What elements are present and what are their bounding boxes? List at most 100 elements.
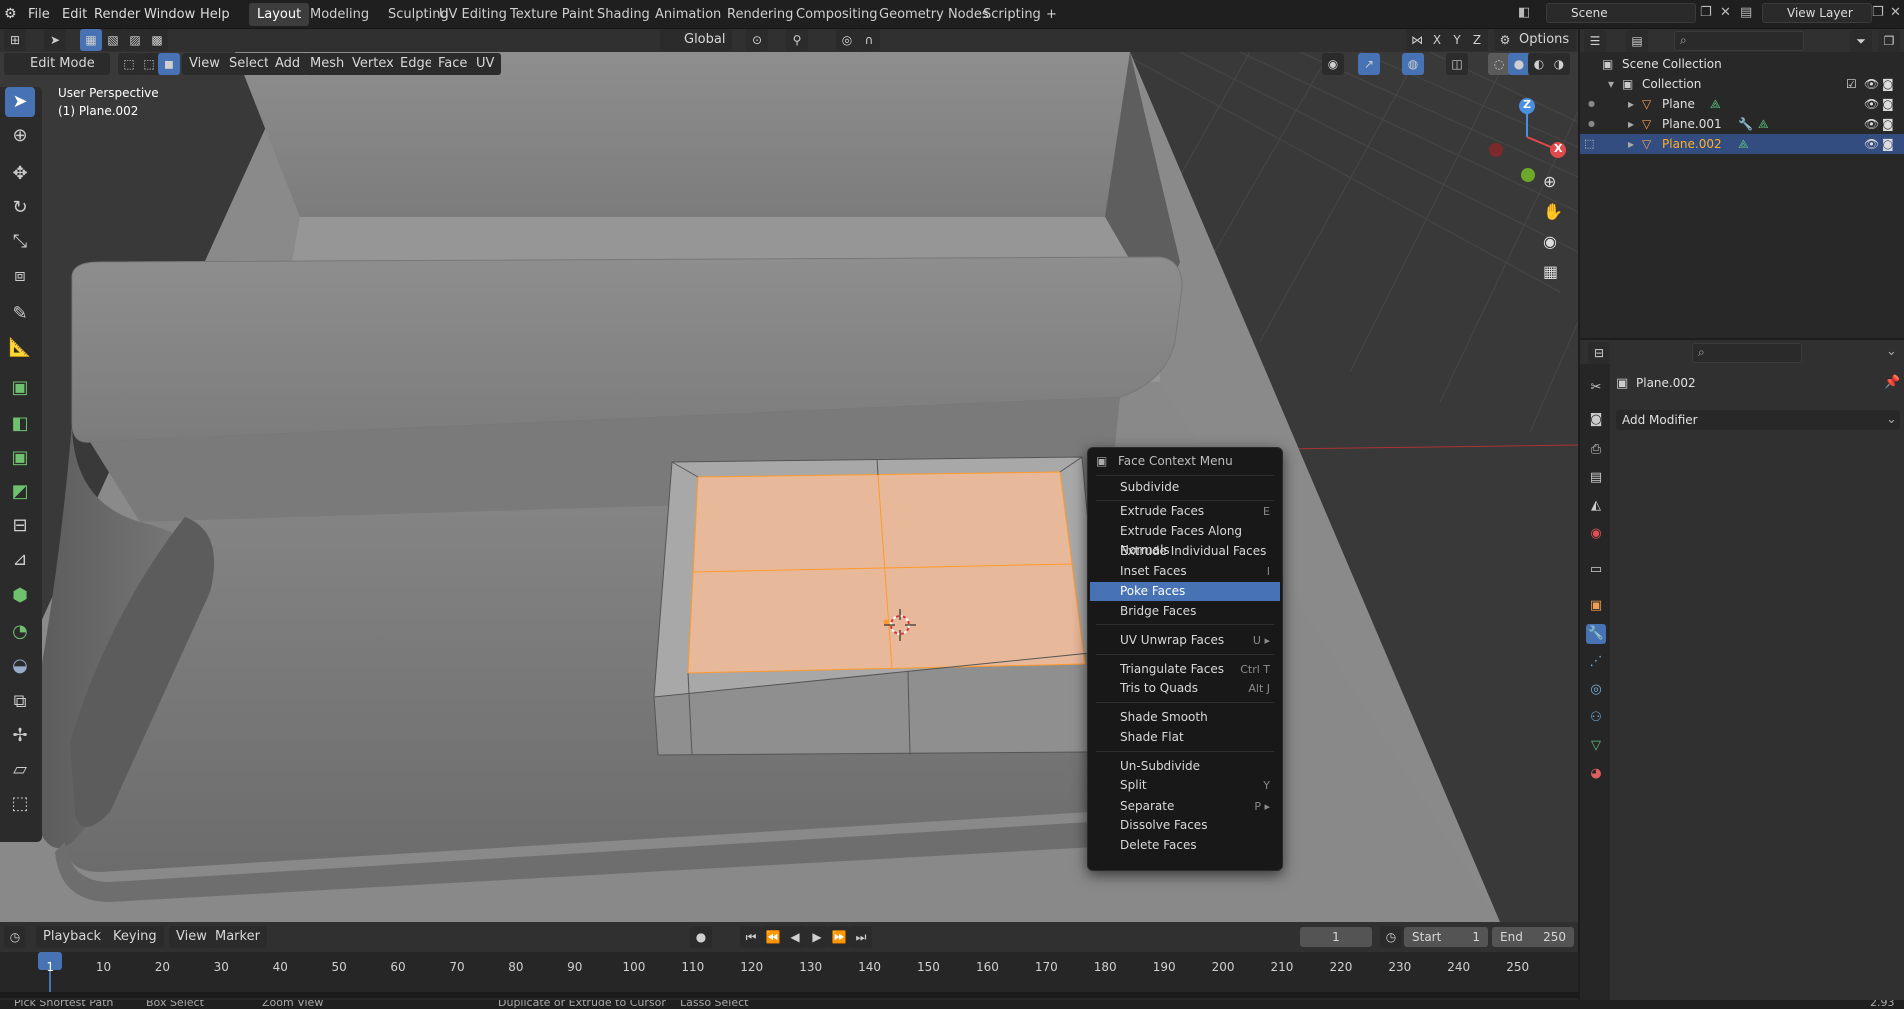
- smooth-icon[interactable]: ◒: [5, 651, 35, 681]
- menu-face[interactable]: Face: [431, 53, 475, 75]
- scene-copy-icon[interactable]: ❐: [1700, 5, 1712, 20]
- eye-icon[interactable]: 👁: [1864, 94, 1879, 114]
- data-tab-icon[interactable]: ▽: [1586, 736, 1606, 756]
- render-camera-icon[interactable]: ◙: [1882, 134, 1894, 154]
- display-mode-icon[interactable]: ▤: [1626, 30, 1648, 52]
- add-workspace-button[interactable]: +: [1038, 3, 1065, 26]
- mirror-icon[interactable]: ⋈: [1406, 29, 1428, 51]
- edge-select-mode-icon[interactable]: ⬚: [138, 53, 160, 75]
- outliner-row-scene-collection[interactable]: ▣ Scene Collection: [1580, 54, 1904, 74]
- expand-arrow-icon[interactable]: ▾: [1608, 74, 1614, 94]
- menu-item-subdivide[interactable]: Subdivide: [1090, 478, 1280, 497]
- menu-item-separate[interactable]: Separate P ▸: [1090, 797, 1280, 816]
- xray-toggle-icon[interactable]: ◫: [1446, 53, 1468, 75]
- menu-view[interactable]: View: [182, 53, 227, 75]
- grid-toggle-icon[interactable]: ▦: [1543, 262, 1558, 281]
- transform-icon[interactable]: ⧈: [5, 261, 35, 291]
- particles-tab-icon[interactable]: ⋰: [1586, 652, 1606, 672]
- zoom-icon[interactable]: ⊕: [1543, 172, 1556, 191]
- shrink-fatten-icon[interactable]: ✢: [5, 721, 35, 751]
- world-tab-icon[interactable]: ◉: [1586, 524, 1606, 544]
- menu-item-bridge-faces[interactable]: Bridge Faces: [1090, 602, 1280, 621]
- overlay-toggle-icon[interactable]: ◍: [1402, 53, 1424, 75]
- axis-x-button[interactable]: X: [1426, 29, 1448, 51]
- spin-icon[interactable]: ◔: [5, 617, 35, 647]
- edge-slide-icon[interactable]: ⧉: [5, 687, 35, 717]
- axis-y-button[interactable]: Y: [1446, 29, 1468, 51]
- axis-z-button[interactable]: Z: [1466, 29, 1488, 51]
- menu-mesh[interactable]: Mesh: [303, 53, 352, 75]
- outliner-row-plane[interactable]: ● ▸ ▽ Plane ⟁ 👁 ◙: [1580, 94, 1904, 114]
- view-layer-close-icon[interactable]: ✕: [1890, 5, 1901, 20]
- material-tab-icon[interactable]: ◕: [1586, 764, 1606, 784]
- outliner-editor-icon[interactable]: ☰: [1584, 30, 1606, 52]
- output-tab-icon[interactable]: ⎙: [1586, 440, 1606, 460]
- shear-icon[interactable]: ▱: [5, 755, 35, 785]
- menu-item-extrude-along-normals[interactable]: Extrude Faces Along Normals: [1090, 522, 1280, 557]
- knife-icon[interactable]: ⊿: [5, 545, 35, 575]
- eye-icon[interactable]: 👁: [1864, 74, 1879, 94]
- rip-region-icon[interactable]: ⬚: [5, 789, 35, 819]
- gizmo-toggle-icon[interactable]: ↗: [1358, 53, 1380, 75]
- tab-texture-paint[interactable]: Texture Paint: [502, 3, 602, 26]
- filter-icon[interactable]: ⏷: [1850, 30, 1872, 52]
- mode-dropdown[interactable]: Edit Mode: [4, 53, 110, 75]
- properties-search-input[interactable]: [1692, 343, 1802, 363]
- menu-item-triangulate[interactable]: Triangulate Faces Ctrl T: [1090, 660, 1280, 679]
- editor-type-icon[interactable]: ⊞: [4, 29, 26, 51]
- select-invert-icon[interactable]: ▩: [146, 29, 168, 51]
- bevel-icon[interactable]: ◩: [5, 477, 35, 507]
- outliner-row-plane-001[interactable]: ● ▸ ▽ Plane.001 🔧 ⟁ 👁 ◙: [1580, 114, 1904, 134]
- menu-uv[interactable]: UV: [469, 53, 502, 75]
- new-collection-icon[interactable]: ❐: [1878, 30, 1900, 52]
- solid-shading-icon[interactable]: ●: [1508, 53, 1530, 75]
- cursor-icon[interactable]: ⊕: [5, 121, 35, 151]
- pivot-icon[interactable]: ⊙: [746, 29, 768, 51]
- expand-arrow-icon[interactable]: ▸: [1628, 134, 1634, 154]
- wireframe-shading-icon[interactable]: ◌: [1488, 53, 1510, 75]
- menu-window[interactable]: Window: [138, 4, 201, 25]
- modifier-tab-icon[interactable]: 🔧: [1586, 624, 1606, 644]
- visibility-icon[interactable]: ◉: [1322, 53, 1344, 75]
- edit-mode-icon[interactable]: ⬚: [1584, 134, 1594, 154]
- material-shading-icon[interactable]: ◐: [1528, 53, 1550, 75]
- scene-close-icon[interactable]: ✕: [1720, 5, 1731, 20]
- menu-item-split[interactable]: Split Y: [1090, 776, 1280, 795]
- loop-cut-icon[interactable]: ⊟: [5, 511, 35, 541]
- view-layer-copy-icon[interactable]: ❐: [1872, 5, 1884, 20]
- constraints-tab-icon[interactable]: ⚇: [1586, 708, 1606, 728]
- inset-faces-icon[interactable]: ▣: [5, 443, 35, 473]
- collection-tab-icon[interactable]: ▭: [1586, 560, 1606, 580]
- pin-icon[interactable]: 📌: [1884, 375, 1900, 390]
- chevron-down-icon[interactable]: ⌄: [1886, 344, 1897, 359]
- eye-icon[interactable]: 👁: [1864, 134, 1879, 154]
- 3d-viewport[interactable]: User Perspective (1) Plane.002 Z X ⊕ ✋ ◉…: [0, 52, 1578, 922]
- scale-icon[interactable]: ⤡: [5, 227, 35, 257]
- menu-item-uv-unwrap[interactable]: UV Unwrap Faces U ▸: [1090, 631, 1280, 650]
- render-camera-icon[interactable]: ◙: [1882, 74, 1894, 94]
- outliner-row-plane-002[interactable]: ⬚ ▸ ▽ Plane.002 ⟁ 👁 ◙: [1580, 134, 1904, 154]
- blender-logo-icon[interactable]: ⚙: [4, 6, 22, 24]
- outliner-row-collection[interactable]: ▾ ▣ Collection ☑ 👁 ◙: [1580, 74, 1904, 94]
- render-tab-icon[interactable]: ◙: [1586, 410, 1606, 430]
- falloff-icon[interactable]: ∩: [858, 29, 880, 51]
- menu-item-shade-flat[interactable]: Shade Flat: [1090, 728, 1280, 747]
- menu-item-poke-faces[interactable]: Poke Faces: [1090, 582, 1280, 601]
- tab-layout[interactable]: Layout: [249, 3, 310, 26]
- menu-item-un-subdivide[interactable]: Un-Subdivide: [1090, 757, 1280, 776]
- menu-item-shade-smooth[interactable]: Shade Smooth: [1090, 708, 1280, 727]
- render-camera-icon[interactable]: ◙: [1882, 114, 1894, 134]
- menu-add[interactable]: Add: [268, 53, 308, 75]
- view-layer-tab-icon[interactable]: ▤: [1586, 468, 1606, 488]
- select-tool-icon[interactable]: ➤: [44, 29, 66, 51]
- extrude-region-icon[interactable]: ◧: [5, 409, 35, 439]
- face-select-mode-icon[interactable]: ◼: [158, 53, 180, 75]
- rendered-shading-icon[interactable]: ◑: [1548, 53, 1570, 75]
- tab-modeling[interactable]: Modeling: [302, 3, 377, 26]
- menu-item-tris-to-quads[interactable]: Tris to Quads Alt J: [1090, 679, 1280, 698]
- scene-field[interactable]: Scene: [1546, 3, 1696, 23]
- proportional-edit-icon[interactable]: ◎: [836, 29, 858, 51]
- menu-file[interactable]: File: [22, 4, 56, 25]
- view-layer-icon[interactable]: ▤: [1740, 5, 1752, 20]
- add-cube-icon[interactable]: ▣: [5, 373, 35, 403]
